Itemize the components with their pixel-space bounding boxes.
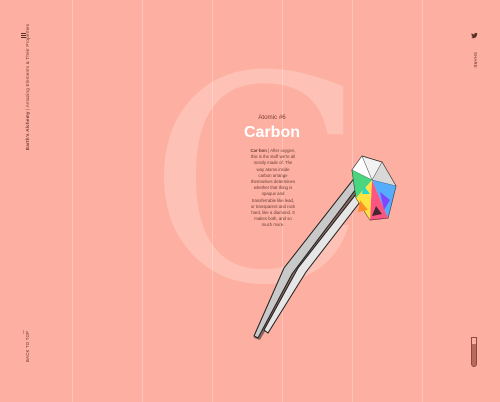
- back-to-top-link[interactable]: BACK TO TOP: [25, 331, 30, 362]
- column-divider: [142, 0, 143, 402]
- site-title-bold: Earth's Alchemy: [25, 111, 30, 150]
- test-tube-icon: [471, 337, 477, 367]
- twitter-icon[interactable]: [471, 32, 478, 39]
- column-divider: [72, 0, 73, 402]
- tweezers-diamond-illustration: [253, 155, 397, 340]
- diamond-icon: [351, 155, 397, 221]
- column-divider: [422, 0, 423, 402]
- share-link[interactable]: SHARE: [473, 52, 478, 68]
- atomic-number: Atomic #6: [258, 114, 286, 121]
- site-title[interactable]: Earth's Alchemy | Amazing Elements & The…: [25, 24, 30, 150]
- site-title-subtitle: | Amazing Elements & Their Properties: [25, 23, 30, 112]
